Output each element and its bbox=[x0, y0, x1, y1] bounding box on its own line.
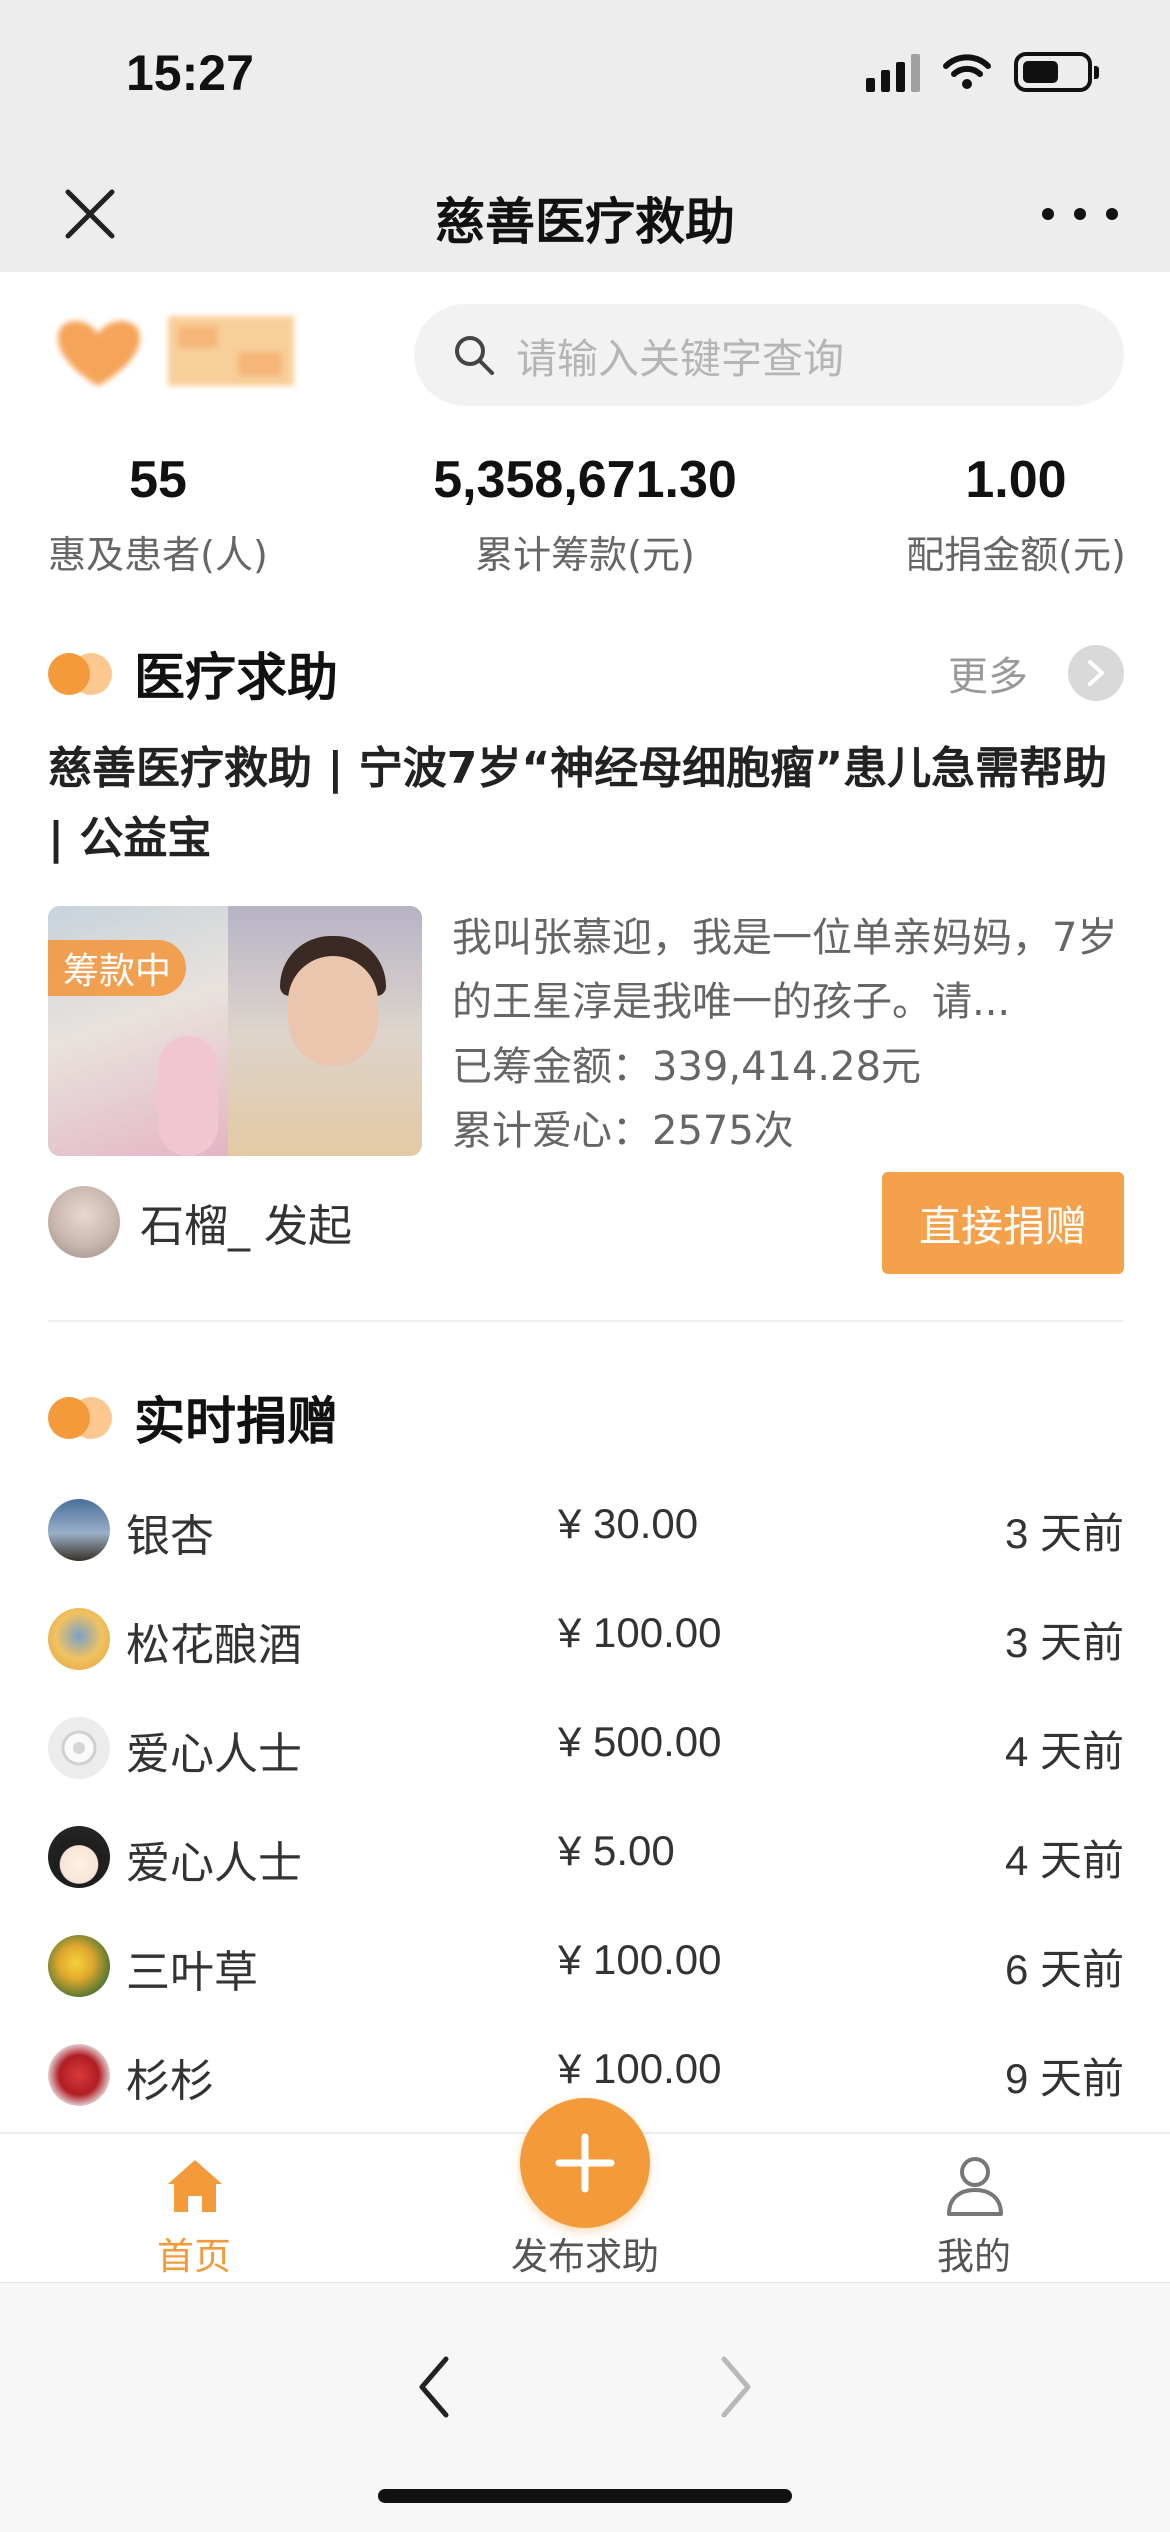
avatar bbox=[48, 1186, 120, 1258]
tab-label: 我的 bbox=[937, 2235, 1011, 2278]
donation-row: 爱心人士 ¥ 5.00 4 天前 bbox=[48, 1799, 1124, 1909]
case-description: 我叫张慕迎，我是一位单亲妈妈，7岁的王星淳是我唯一的孩子。请... bbox=[452, 915, 1118, 1025]
raised-amount-line: 已筹金额：339,414.28元 bbox=[452, 1034, 921, 1092]
raised-label: 已筹金额： bbox=[452, 1044, 652, 1090]
initiator-name: 石榴_ 发起 bbox=[140, 1201, 352, 1252]
donation-time: 4 天前 bbox=[1004, 1728, 1124, 1775]
love-count-line: 累计爱心：2575次 bbox=[452, 1098, 794, 1156]
donor-name: 松花酿酒 bbox=[126, 1620, 302, 1671]
stat-label: 累计筹款(元) bbox=[475, 533, 695, 577]
stat-value: 55 bbox=[129, 451, 187, 509]
search-placeholder: 请输入关键字查询 bbox=[516, 335, 844, 383]
donation-amount: ¥ 30.00 bbox=[558, 1500, 699, 1547]
avatar bbox=[48, 1826, 110, 1888]
search-input[interactable]: 请输入关键字查询 bbox=[414, 304, 1124, 406]
stat-total-raised: 5,358,671.30 累计筹款(元) bbox=[375, 450, 795, 579]
donor-name: 爱心人士 bbox=[126, 1729, 302, 1780]
love-label: 累计爱心： bbox=[452, 1108, 652, 1154]
initiator: 石榴_ 发起 bbox=[48, 1186, 352, 1258]
avatar bbox=[48, 2044, 110, 2106]
wifi-icon bbox=[943, 54, 991, 89]
charity-logo bbox=[58, 316, 294, 386]
status-icons bbox=[866, 52, 1099, 92]
stat-label: 惠及患者(人) bbox=[48, 533, 268, 577]
donor-name: 爱心人士 bbox=[126, 1838, 302, 1889]
divider bbox=[48, 1320, 1124, 1322]
stats-row: 55 惠及患者(人) 5,358,671.30 累计筹款(元) 1.00 配捐金… bbox=[0, 450, 1170, 590]
realtime-section-header: 实时捐赠 bbox=[48, 1382, 1124, 1452]
publish-plus-button[interactable] bbox=[520, 2098, 650, 2228]
stat-label: 配捐金额(元) bbox=[906, 533, 1126, 577]
default-avatar-icon bbox=[48, 1717, 110, 1779]
page-title: 慈善医疗救助 bbox=[435, 193, 735, 251]
forward-arrow-icon[interactable] bbox=[706, 2347, 766, 2427]
donation-amount: ¥ 5.00 bbox=[558, 1827, 675, 1874]
section-dots-icon bbox=[48, 651, 114, 695]
raised-amount: 339,414.28元 bbox=[652, 1044, 922, 1090]
case-title[interactable]: 慈善医疗救助 | 宁波7岁“神经母细胞瘤”患儿急需帮助 | 公益宝 bbox=[48, 734, 1124, 874]
stat-value: 1.00 bbox=[965, 451, 1067, 509]
home-indicator bbox=[378, 2489, 792, 2503]
avatar bbox=[48, 1935, 110, 1997]
donate-button[interactable]: 直接捐赠 bbox=[882, 1172, 1124, 1274]
more-link[interactable]: 更多 bbox=[948, 638, 1124, 708]
donation-time: 4 天前 bbox=[1004, 1837, 1124, 1884]
chevron-right-icon bbox=[1068, 645, 1124, 701]
case-image[interactable]: 筹款中 bbox=[48, 906, 422, 1156]
home-icon bbox=[168, 2160, 222, 2212]
donation-row: 三叶草 ¥ 100.00 6 天前 bbox=[48, 1908, 1124, 2018]
stat-patients: 55 惠及患者(人) bbox=[40, 450, 276, 579]
status-bar: 15:27 bbox=[0, 0, 1170, 160]
tab-mine[interactable]: 我的 bbox=[854, 2134, 1094, 2284]
status-time: 15:27 bbox=[126, 45, 254, 101]
stat-value: 5,358,671.30 bbox=[433, 451, 737, 509]
donation-row: 银杏 ¥ 30.00 3 天前 bbox=[48, 1472, 1124, 1582]
stat-matching: 1.00 配捐金额(元) bbox=[896, 450, 1136, 579]
tab-home[interactable]: 首页 bbox=[74, 2134, 314, 2284]
nav-bar: 慈善医疗救助 bbox=[0, 160, 1170, 272]
tab-label: 首页 bbox=[157, 2235, 231, 2278]
medical-section-header: 医疗求助 更多 bbox=[48, 638, 1124, 708]
donation-row: 爱心人士 ¥ 500.00 4 天前 bbox=[48, 1690, 1124, 1800]
section-dots-icon bbox=[48, 1395, 114, 1439]
donation-time: 6 天前 bbox=[1004, 1946, 1124, 1993]
avatar bbox=[48, 1608, 110, 1670]
donation-time: 3 天前 bbox=[1004, 1510, 1124, 1557]
donation-amount: ¥ 100.00 bbox=[558, 1936, 722, 1983]
status-badge: 筹款中 bbox=[48, 940, 186, 996]
avatar bbox=[48, 1499, 110, 1561]
cellular-signal-icon bbox=[866, 52, 920, 92]
plus-icon bbox=[555, 2133, 615, 2193]
tab-label: 发布求助 bbox=[511, 2235, 659, 2278]
more-options-icon[interactable] bbox=[1042, 184, 1118, 244]
donor-name: 三叶草 bbox=[126, 1947, 258, 1998]
browser-toolbar bbox=[0, 2282, 1170, 2532]
more-label: 更多 bbox=[948, 654, 1028, 700]
user-icon bbox=[947, 2157, 1003, 2216]
donation-amount: ¥ 500.00 bbox=[558, 1718, 722, 1765]
donor-name: 银杏 bbox=[126, 1511, 214, 1562]
donation-amount: ¥ 100.00 bbox=[558, 1609, 722, 1656]
donor-name: 杉杉 bbox=[126, 2056, 214, 2107]
battery-icon bbox=[1014, 52, 1099, 92]
donation-time: 3 天前 bbox=[1004, 1619, 1124, 1666]
section-title: 医疗求助 bbox=[134, 649, 339, 708]
section-title: 实时捐赠 bbox=[134, 1393, 339, 1452]
donation-amount: ¥ 100.00 bbox=[558, 2045, 722, 2092]
donation-row: 松花酿酒 ¥ 100.00 3 天前 bbox=[48, 1581, 1124, 1691]
search-icon bbox=[455, 336, 494, 375]
back-arrow-icon[interactable] bbox=[404, 2347, 464, 2427]
love-count: 2575次 bbox=[652, 1108, 794, 1154]
donation-time: 9 天前 bbox=[1004, 2055, 1124, 2102]
